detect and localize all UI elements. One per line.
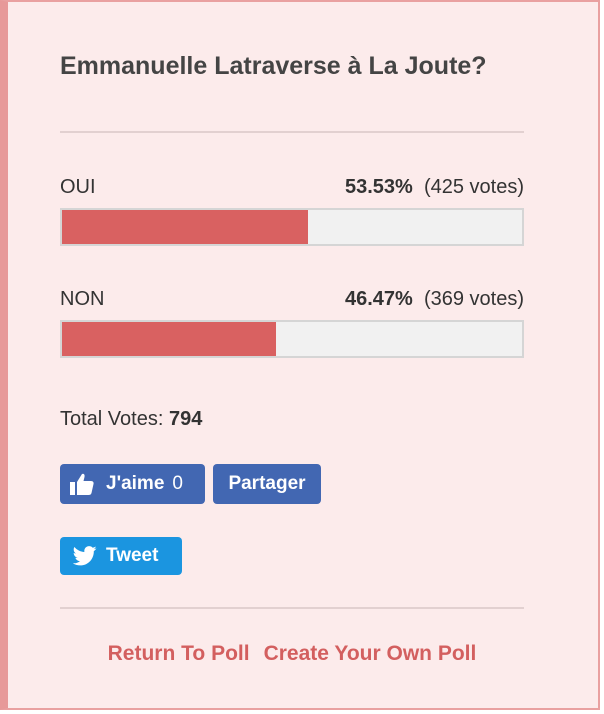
like-count: 0	[172, 473, 183, 494]
option-votes: (425 votes)	[423, 176, 524, 198]
option-votes: (369 votes)	[423, 288, 524, 310]
total-votes-value: 794	[168, 408, 203, 430]
tweet-button[interactable]: Tweet	[60, 537, 182, 575]
option-stats: 53.53% (425 votes)	[345, 174, 524, 200]
bottom-divider	[60, 607, 524, 609]
result-bar-non	[60, 320, 524, 358]
poll-option-oui: OUI 53.53% (425 votes)	[60, 174, 524, 200]
result-bar-fill	[62, 322, 276, 356]
total-votes-label: Total Votes:	[60, 408, 164, 430]
option-percent: 53.53%	[344, 176, 413, 198]
thumbs-up-icon	[70, 473, 94, 495]
option-label: OUI	[60, 176, 96, 198]
facebook-share-button[interactable]: Partager	[213, 464, 321, 504]
poll-option-non: NON 46.47% (369 votes)	[60, 286, 524, 312]
top-divider	[60, 131, 524, 133]
return-to-poll-link[interactable]: Return To Poll	[108, 642, 250, 665]
footer-links: Return To Poll Create Your Own Poll	[60, 640, 524, 668]
total-votes: Total Votes: 794	[60, 406, 202, 432]
tweet-label: Tweet	[106, 545, 159, 566]
twitter-bird-icon	[73, 546, 97, 566]
option-label: NON	[60, 288, 105, 310]
poll-question: Emmanuelle Latraverse à La Joute?	[60, 52, 487, 80]
facebook-like-button[interactable]: J'aime 0	[60, 464, 205, 504]
like-label: J'aime	[106, 473, 165, 494]
create-poll-link[interactable]: Create Your Own Poll	[264, 642, 477, 665]
option-stats: 46.47% (369 votes)	[345, 286, 524, 312]
result-bar-fill	[62, 210, 309, 244]
result-bar-oui	[60, 208, 524, 246]
option-percent: 46.47%	[344, 288, 413, 310]
